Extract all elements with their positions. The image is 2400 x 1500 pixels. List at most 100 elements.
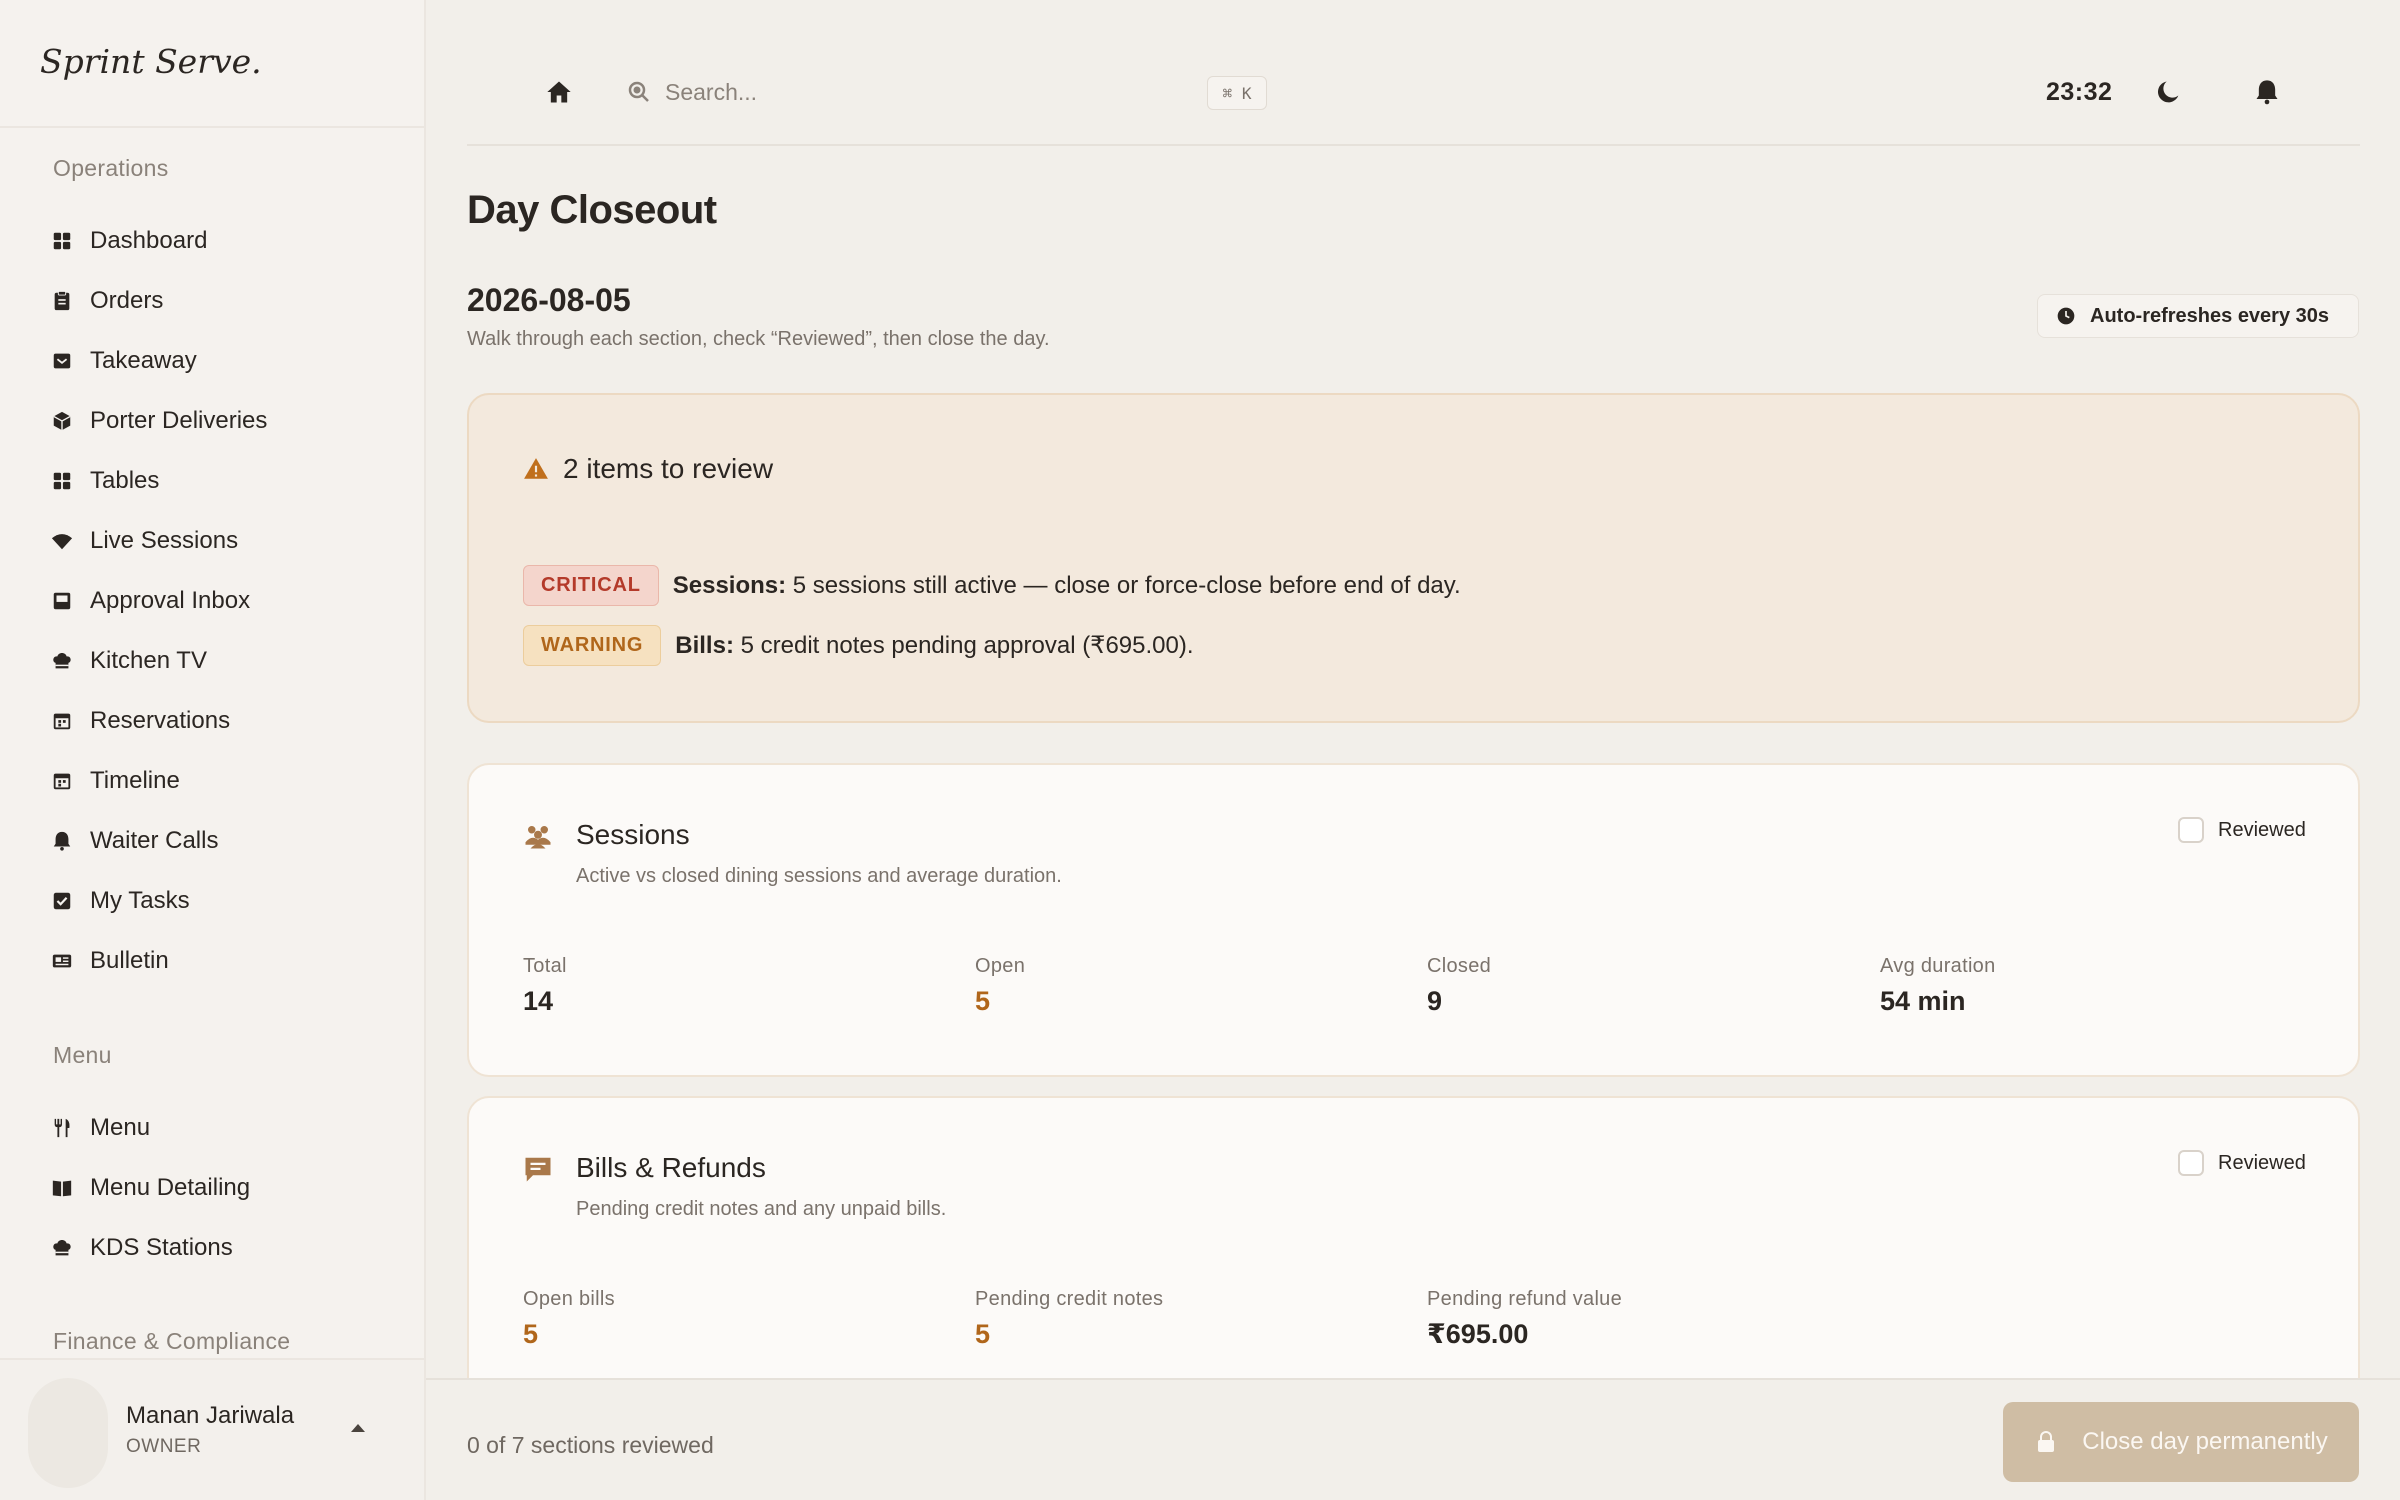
sidebar-item-label: Dashboard (90, 227, 208, 254)
stat-label: Open bills (523, 1288, 615, 1310)
sidebar-item-kds-stations[interactable]: KDS Stations (40, 1224, 400, 1272)
sidebar-item-porter-deliveries[interactable]: Porter Deliveries (40, 397, 400, 445)
sidebar-item-label: Menu (90, 1114, 151, 1141)
stat-label: Avg duration (1880, 955, 1996, 977)
sidebar-item-kitchen-tv[interactable]: Kitchen TV (40, 637, 400, 685)
checkbox[interactable] (2178, 817, 2204, 843)
section-label-menu: Menu (53, 1042, 112, 1068)
section-description: Active vs closed dining sessions and ave… (576, 865, 1062, 887)
sidebar-item-timeline[interactable]: Timeline (40, 757, 400, 805)
reviewed-label: Reviewed (2218, 818, 2306, 841)
stat-value: 9 (1427, 986, 1443, 1016)
reviewed-checkbox[interactable]: Reviewed (2178, 1150, 2306, 1176)
section-label-finance: Finance & Compliance (53, 1328, 291, 1354)
checkbox-icon (50, 889, 74, 913)
grid-icon (50, 469, 74, 493)
moon-icon[interactable] (2155, 78, 2183, 106)
sidebar-item-menu[interactable]: Menu (40, 1104, 400, 1152)
stat-value: 5 (975, 1319, 991, 1349)
section-description: Pending credit notes and any unpaid bill… (576, 1198, 947, 1220)
stat-total: Total 14 (523, 955, 567, 1017)
calendar-icon (50, 769, 74, 793)
sidebar-item-takeaway[interactable]: Takeaway (40, 337, 400, 385)
book-icon (50, 1176, 74, 1200)
sidebar-item-reservations[interactable]: Reservations (40, 697, 400, 745)
sidebar-item-my-tasks[interactable]: My Tasks (40, 877, 400, 925)
close-day-button[interactable]: Close day permanently (2003, 1402, 2359, 1482)
issue-section: Bills: (675, 632, 734, 659)
avatar[interactable] (28, 1378, 108, 1488)
closeout-footer: 0 of 7 sections reviewed Close day perma… (426, 1378, 2400, 1500)
stat-label: Open (975, 955, 1026, 977)
issue-section: Sessions: (672, 571, 787, 599)
user-menu[interactable]: Manan Jariwala OWNER (0, 1358, 424, 1500)
sidebar-item-label: Kitchen TV (90, 647, 207, 674)
message-icon (525, 1157, 551, 1182)
inbox-icon (50, 589, 74, 613)
page-title: Day Closeout (467, 188, 717, 232)
home-icon[interactable] (545, 78, 573, 106)
package-icon (50, 409, 74, 433)
issue-text: Sessions: 5 sessions still active — clos… (673, 572, 1461, 600)
issue-row: WARNING Bills: 5 credit notes pending ap… (523, 625, 1194, 666)
issue-message: 5 credit notes pending approval (₹695.00… (733, 632, 1194, 659)
stat-value: 14 (523, 986, 554, 1016)
sidebar-item-label: Porter Deliveries (90, 407, 268, 434)
critical-badge: CRITICAL (523, 565, 659, 606)
sidebar-item-label: Orders (90, 287, 164, 314)
sidebar-item-label: KDS Stations (90, 1234, 233, 1261)
issue-row: CRITICAL Sessions: 5 sessions still acti… (523, 565, 1461, 606)
sidebar-item-menu-detailing[interactable]: Menu Detailing (40, 1164, 400, 1212)
search-shortcut-hint: ⌘ K (1207, 76, 1267, 110)
stat-value: ₹695.00 (1427, 1319, 1529, 1349)
section-title: Bills & Refunds (576, 1152, 766, 1183)
stat-label: Closed (1427, 955, 1492, 977)
sidebar-item-label: My Tasks (90, 887, 190, 914)
stat-open: Open 5 (975, 955, 1025, 1017)
sidebar-item-dashboard[interactable]: Dashboard (40, 217, 400, 265)
reviewed-label: Reviewed (2218, 1151, 2306, 1174)
bell-icon[interactable] (2253, 78, 2281, 106)
section-title: Sessions (576, 819, 690, 850)
search-icon (628, 81, 649, 102)
chef-hat-icon (50, 649, 74, 673)
chevron-up-icon[interactable] (346, 1416, 370, 1440)
sidebar-item-label: Waiter Calls (90, 827, 219, 854)
app-logo[interactable]: Sprint Serve. (40, 42, 262, 81)
review-alert-card: 2 items to review CRITICAL Sessions: 5 s… (467, 393, 2360, 723)
sidebar-item-approval-inbox[interactable]: Approval Inbox (40, 577, 400, 625)
clipboard-icon (50, 289, 74, 313)
divider (0, 126, 424, 128)
closeout-date: 2026-08-05 (467, 282, 631, 318)
sidebar-item-orders[interactable]: Orders (40, 277, 400, 325)
section-label-operations: Operations (53, 155, 169, 181)
stat-value: 5 (523, 1319, 539, 1349)
sidebar-item-label: Tables (90, 467, 160, 494)
bell-icon (50, 829, 74, 853)
sidebar: Sprint Serve. Operations Dashboard Order… (0, 0, 426, 1500)
sidebar-item-bulletin[interactable]: Bulletin (40, 937, 400, 985)
newspaper-icon (50, 949, 74, 973)
review-heading-text: 2 items to review (563, 453, 774, 484)
stat-label: Pending credit notes (975, 1288, 1164, 1310)
issue-text: Bills: 5 credit notes pending approval (… (675, 631, 1193, 660)
user-role: OWNER (126, 1436, 202, 1457)
takeaway-icon (50, 349, 74, 373)
checkbox[interactable] (2178, 1150, 2204, 1176)
sidebar-item-live-sessions[interactable]: Live Sessions (40, 517, 400, 565)
sidebar-item-label: Live Sessions (90, 527, 239, 554)
stat-label: Total (523, 955, 567, 977)
auto-refresh-badge: Auto-refreshes every 30s (2037, 294, 2359, 338)
sessions-card: Sessions Active vs closed dining session… (467, 763, 2360, 1077)
sidebar-item-label: Takeaway (90, 347, 197, 374)
sidebar-item-tables[interactable]: Tables (40, 457, 400, 505)
stat-value: 5 (975, 986, 991, 1016)
utensils-icon (50, 1116, 74, 1140)
reviewed-checkbox[interactable]: Reviewed (2178, 817, 2306, 843)
sidebar-item-label: Menu Detailing (90, 1174, 251, 1201)
stat-avg-duration: Avg duration 54 min (1880, 955, 1996, 1017)
grid-icon (50, 229, 74, 253)
search-input[interactable] (665, 72, 1225, 112)
sidebar-item-waiter-calls[interactable]: Waiter Calls (40, 817, 400, 865)
stat-closed: Closed 9 (1427, 955, 1491, 1017)
